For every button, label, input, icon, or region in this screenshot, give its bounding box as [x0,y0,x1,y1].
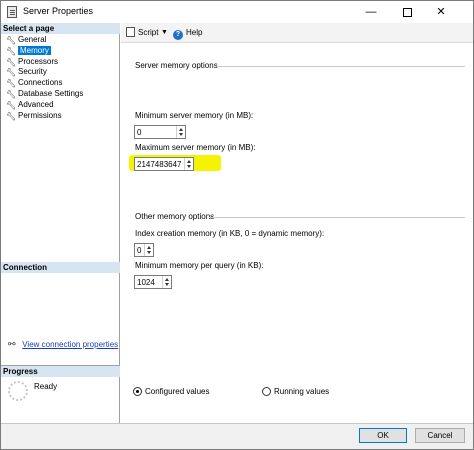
help-label: Help [186,28,203,37]
configured-values-radio[interactable]: Configured values [133,387,209,396]
connection-header: Connection [1,262,120,273]
index-creation-memory-value: 0 [137,246,142,255]
wrench-icon: 🔧︎ [6,68,17,78]
wrench-icon: 🔧︎ [6,111,17,121]
select-page-header: Select a page [1,23,120,34]
minimize-button[interactable]: — [351,1,391,23]
help-icon: ? [173,30,183,40]
min-memory-per-query-value: 1024 [137,278,155,287]
window-title: Server Properties [23,6,94,16]
wrench-icon: 🔧︎ [6,100,17,110]
help-button[interactable]: ? Help [173,27,203,40]
page-item-permissions[interactable]: 🔧︎ Permissions [1,111,120,122]
running-values-label: Running values [274,387,330,396]
view-connection-properties-link[interactable]: View connection properties [22,340,118,349]
title-bar: Server Properties — ✕ [1,1,473,23]
max-server-memory-value: 2147483647 [137,160,182,169]
page-list: 🔧︎ General 🔧︎ Memory 🔧︎ Processors 🔧︎ Securi… [1,35,120,121]
dialog-button-bar: OK Cancel [1,423,473,449]
progress-status: Ready [34,382,58,391]
script-label: Script [138,28,159,37]
index-creation-memory-spinner[interactable]: 0 [134,243,154,257]
running-values-radio[interactable]: Running values [262,387,329,396]
wrench-icon: 🔧︎ [6,57,17,67]
page-item-general[interactable]: 🔧︎ General [1,35,120,46]
other-memory-group-label: Other memory options [135,212,215,221]
script-dropdown-icon[interactable]: ▼ [161,27,168,39]
ok-button[interactable]: OK [359,428,407,443]
progress-header: Progress [1,366,120,377]
toolbar: Script ▼ ? Help [121,23,473,43]
cancel-button[interactable]: Cancel [415,428,465,443]
connection-properties-icon: ⚯ [8,339,16,349]
min-memory-per-query-spinner[interactable]: 1024 [134,275,172,289]
min-server-memory-label: Minimum server memory (in MB): [135,111,254,120]
script-icon [126,27,135,37]
right-pane: Script ▼ ? Help Server memory options Min… [121,23,473,423]
max-server-memory-label: Maximum server memory (in MB): [135,143,256,152]
radio-checked-icon [133,387,142,396]
page-item-database-settings[interactable]: 🔧︎ Database Settings [1,89,120,100]
server-properties-icon [7,6,17,18]
left-pane: Select a page 🔧︎ General 🔧︎ Memory 🔧︎ Proce… [1,23,120,423]
configured-values-label: Configured values [145,387,210,396]
spinner-arrows-icon[interactable] [176,126,185,138]
server-memory-group-label: Server memory options [135,61,218,70]
page-item-memory[interactable]: 🔧︎ Memory [1,45,120,57]
spinner-arrows-icon[interactable] [184,158,193,170]
min-memory-per-query-label: Minimum memory per query (in KB): [135,261,264,270]
connection-section: Connection ⚯ View connection properties [1,262,120,366]
max-server-memory-spinner[interactable]: 2147483647 [134,157,194,171]
wrench-icon: 🔧︎ [6,89,17,99]
script-button[interactable]: Script [126,27,158,39]
wrench-icon: 🔧︎ [6,79,17,89]
min-server-memory-value: 0 [137,128,142,137]
spinner-arrows-icon[interactable] [144,244,153,256]
wrench-icon: 🔧︎ [6,46,17,56]
min-server-memory-spinner[interactable]: 0 [134,125,186,139]
other-memory-divider [209,217,465,218]
page-item-connections[interactable]: 🔧︎ Connections [1,78,120,89]
page-item-processors[interactable]: 🔧︎ Processors [1,57,120,68]
page-item-security[interactable]: 🔧︎ Security [1,67,120,78]
server-properties-window: Server Properties — ✕ Select a page 🔧︎ Ge… [0,0,474,450]
index-creation-memory-label: Index creation memory (in KB, 0 = dynami… [135,229,325,238]
radio-unchecked-icon [262,387,271,396]
progress-spinner-icon [8,381,28,401]
server-memory-divider [217,66,465,67]
maximize-icon [402,7,412,17]
close-button[interactable]: ✕ [421,1,461,23]
page-item-advanced[interactable]: 🔧︎ Advanced [1,100,120,111]
spinner-arrows-icon[interactable] [162,276,171,288]
progress-section: Progress Ready [1,365,120,423]
view-connection-row: ⚯ View connection properties [8,339,118,350]
wrench-icon: 🔧︎ [6,36,17,45]
